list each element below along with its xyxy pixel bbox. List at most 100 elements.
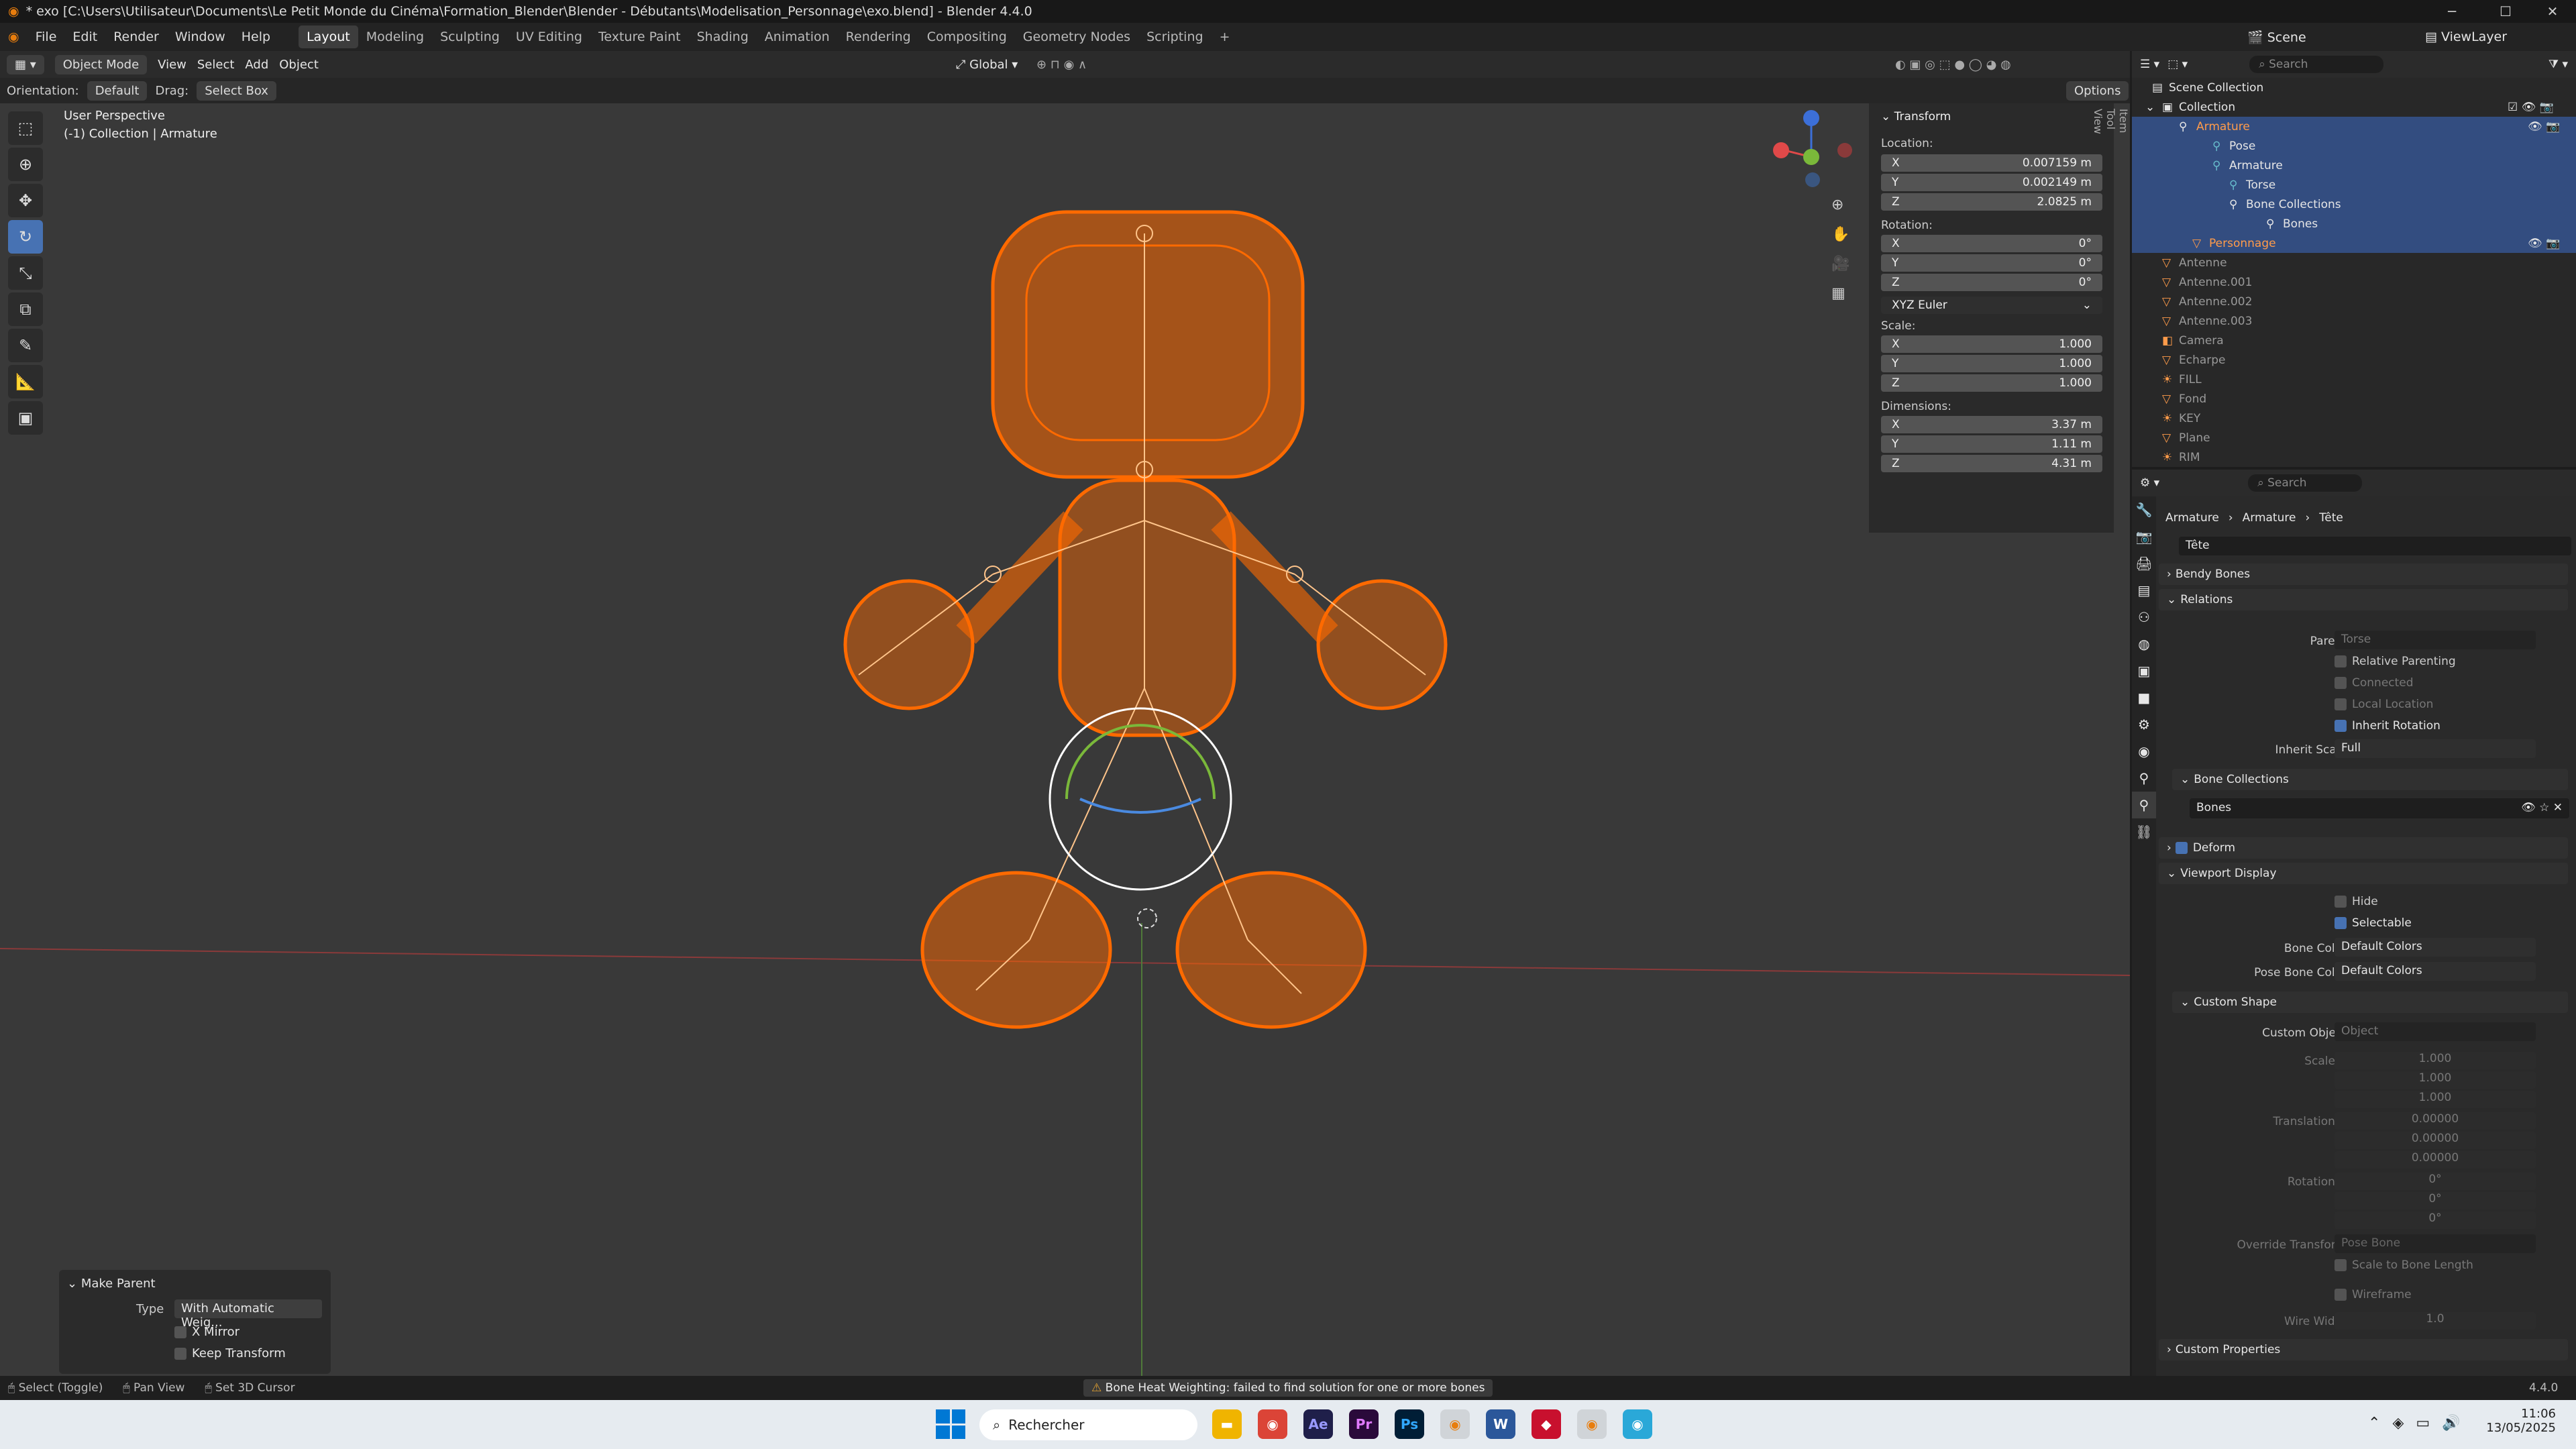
visibility-icons[interactable]: ☑ 👁 📷 <box>2508 101 2554 114</box>
viewlayer-selector[interactable]: ▤ ViewLayer <box>2425 30 2507 44</box>
tab-tool[interactable]: Tool <box>2104 103 2117 140</box>
x-mirror-checkbox[interactable]: X Mirror <box>174 1325 239 1339</box>
section-deform[interactable]: › Deform <box>2159 837 2568 859</box>
visibility-icons[interactable]: 👁 📷 <box>2528 120 2560 133</box>
tab-item[interactable]: Item <box>2117 103 2130 140</box>
add-workspace-icon[interactable]: + <box>1212 25 1238 48</box>
tray-app-icon[interactable]: ◈ <box>2392 1415 2404 1432</box>
scale-z-field[interactable]: Z 1.000 <box>1881 374 2102 392</box>
keep-transform-checkbox[interactable]: Keep Transform <box>174 1346 286 1360</box>
connected-checkbox[interactable]: Connected <box>2334 676 2414 690</box>
visibility-icons[interactable]: 👁 📷 <box>2528 237 2560 250</box>
close-button[interactable]: ✕ <box>2529 0 2576 23</box>
object-data-tab-icon[interactable]: ⚲ <box>2132 765 2156 792</box>
blender-menu-icon[interactable]: ◉ <box>0 30 28 44</box>
menu-help[interactable]: Help <box>233 30 278 44</box>
tab-modeling[interactable]: Modeling <box>358 25 432 48</box>
outliner-editor-icon[interactable]: ☰ ▾ <box>2140 58 2159 71</box>
tab-scripting[interactable]: Scripting <box>1138 25 1212 48</box>
maximize-button[interactable]: ☐ <box>2482 0 2529 23</box>
outliner-row-personnage[interactable]: ▽ Personnage 👁 📷 <box>2132 233 2576 253</box>
scene-selector[interactable]: 🎬 Scene <box>2247 30 2306 45</box>
section-custom-properties[interactable]: › Custom Properties <box>2159 1339 2568 1360</box>
rotation-mode-dropdown[interactable]: XYZ Euler ⌄ <box>1881 297 2102 314</box>
outliner-row-antenne-001[interactable]: ▽ Antenne.001 <box>2132 272 2576 292</box>
bone-constraint-tab-icon[interactable]: ⛓ <box>2132 818 2156 845</box>
zoom-icon[interactable]: ⊕ <box>1831 191 1849 220</box>
dimensions-y-field[interactable]: Y 1.11 m <box>1881 435 2102 453</box>
minimize-button[interactable]: ─ <box>2428 0 2475 23</box>
bone-color-dropdown[interactable]: Default Colors <box>2334 938 2536 957</box>
outliner-row-bones[interactable]: ⚲ Bones <box>2132 214 2576 233</box>
blender-app-icon[interactable]: ◉ <box>1440 1409 1470 1439</box>
custom-object-field[interactable]: Object <box>2334 1022 2536 1041</box>
make-parent-title[interactable]: ⌄ Make Parent <box>67 1277 156 1291</box>
premiere-icon[interactable]: Pr <box>1349 1409 1379 1439</box>
outliner-row-antenne[interactable]: ▽ Antenne <box>2132 253 2576 272</box>
menu-edit[interactable]: Edit <box>64 30 105 44</box>
bone-name-field[interactable]: Tête <box>2179 537 2571 555</box>
bones-collection-item[interactable]: Bones 👁 ☆ ✕ <box>2190 798 2569 818</box>
outliner-search-input[interactable]: ⌕ Search <box>2249 56 2384 73</box>
outliner-row-armature-data[interactable]: ⚲ Armature <box>2132 156 2576 175</box>
windows-start-icon[interactable] <box>936 1409 965 1439</box>
tab-view[interactable]: View <box>2092 103 2104 140</box>
section-relations[interactable]: ⌄ Relations <box>2159 589 2568 610</box>
taskbar-search[interactable]: ⌕ Rechercher <box>979 1409 1197 1440</box>
outliner-row-antenne-003[interactable]: ▽ Antenne.003 <box>2132 311 2576 331</box>
tab-compositing[interactable]: Compositing <box>919 25 1015 48</box>
tab-layout[interactable]: Layout <box>299 25 358 48</box>
custom-rotation-x-field[interactable]: 0° <box>2334 1173 2536 1190</box>
outliner-row-collection[interactable]: ⌄ ▣ Collection ☑ 👁 📷 <box>2132 97 2576 117</box>
file-explorer-icon[interactable]: ▬ <box>1212 1409 1242 1439</box>
custom-rotation-z-field[interactable]: 0° <box>2334 1212 2536 1229</box>
hide-checkbox[interactable]: Hide <box>2334 895 2378 908</box>
section-bone-collections[interactable]: ⌄ Bone Collections <box>2172 769 2568 790</box>
relative-parenting-checkbox[interactable]: Relative Parenting <box>2334 655 2456 668</box>
section-bendy-bones[interactable]: › Bendy Bones <box>2159 564 2568 585</box>
tab-geometry-nodes[interactable]: Geometry Nodes <box>1015 25 1138 48</box>
menu-file[interactable]: File <box>28 30 65 44</box>
3d-viewport[interactable]: ▦ ▾ Object Mode View Select Add Object ⤢… <box>0 51 2130 1376</box>
outliner-row-bone-collections[interactable]: ⚲ Bone Collections <box>2132 195 2576 214</box>
clock[interactable]: 11:06 13/05/2025 <box>2482 1407 2556 1435</box>
tab-animation[interactable]: Animation <box>757 25 838 48</box>
wire-width-field[interactable]: 1.0 <box>2334 1312 2536 1330</box>
physics-tab-icon[interactable]: ◉ <box>2132 738 2156 765</box>
outliner-row-rim[interactable]: ☀ RIM <box>2132 447 2576 467</box>
ortho-grid-icon[interactable]: ▦ <box>1831 279 1849 309</box>
tab-rendering[interactable]: Rendering <box>838 25 919 48</box>
rotation-x-field[interactable]: X 0° <box>1881 235 2102 252</box>
properties-editor-icon[interactable]: ⚙ ▾ <box>2140 476 2159 490</box>
pose-bone-color-dropdown[interactable]: Default Colors <box>2334 962 2536 981</box>
parent-field[interactable]: Torse <box>2334 631 2536 649</box>
location-y-field[interactable]: Y 0.002149 m <box>1881 174 2102 191</box>
after-effects-icon[interactable]: Ae <box>1303 1409 1333 1439</box>
chrome-icon[interactable]: ◉ <box>1258 1409 1287 1439</box>
menu-render[interactable]: Render <box>105 30 167 44</box>
app-red-icon[interactable]: ◆ <box>1532 1409 1561 1439</box>
properties-search-input[interactable]: ⌕ Search <box>2248 474 2363 492</box>
dimensions-z-field[interactable]: Z 4.31 m <box>1881 455 2102 472</box>
outliner-row-echarpe[interactable]: ▽ Echarpe <box>2132 350 2576 370</box>
tab-texture-paint[interactable]: Texture Paint <box>590 25 689 48</box>
render-tab-icon[interactable]: 📷 <box>2132 523 2156 550</box>
photoshop-icon[interactable]: Ps <box>1395 1409 1424 1439</box>
tool-tab-icon[interactable]: 🔧 <box>2132 496 2156 523</box>
pan-hand-icon[interactable]: ✋ <box>1831 220 1849 250</box>
section-custom-shape[interactable]: ⌄ Custom Shape <box>2172 991 2568 1013</box>
filter-icon[interactable]: ⧩ ▾ <box>2548 58 2568 71</box>
outliner-row-key[interactable]: ☀ KEY <box>2132 409 2576 428</box>
tray-chevron-icon[interactable]: ⌃ <box>2368 1415 2380 1432</box>
inherit-scale-dropdown[interactable]: Full <box>2334 739 2536 758</box>
app-blue-icon[interactable]: ◉ <box>1623 1409 1652 1439</box>
camera-view-icon[interactable]: 🎥 <box>1831 250 1849 279</box>
scale-bone-length-checkbox[interactable]: Scale to Bone Length <box>2334 1258 2473 1272</box>
transform-title[interactable]: ⌄ Transform <box>1881 110 1951 123</box>
outliner-row-plane[interactable]: ▽ Plane <box>2132 428 2576 447</box>
outliner-row-torse[interactable]: ⚲ Torse <box>2132 175 2576 195</box>
outliner-row-scene-collection[interactable]: ▤ Scene Collection <box>2132 78 2576 97</box>
location-z-field[interactable]: Z 2.0825 m <box>1881 193 2102 211</box>
type-dropdown[interactable]: With Automatic Weig... <box>174 1299 322 1330</box>
word-icon[interactable]: W <box>1486 1409 1515 1439</box>
